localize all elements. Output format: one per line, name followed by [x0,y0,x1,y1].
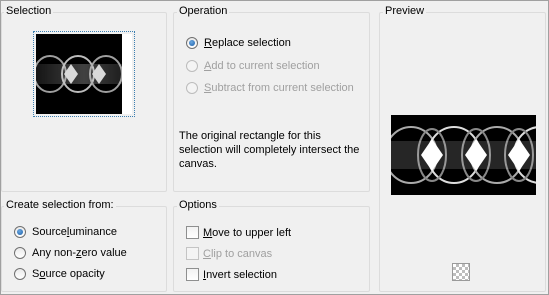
checkbox-indicator [186,247,199,260]
any-non-zero-label: Any non-z ero value [32,247,127,259]
add-to-selection-label: Add to current selection [204,60,320,72]
options-group-title: Options [177,199,219,211]
radio-indicator [186,82,198,94]
subtract-selection-label: Subtract from current selection [204,82,354,94]
create-from-group-title: Create selection from: [4,199,116,211]
add-to-selection-radio[interactable]: Add to current selection [186,60,320,72]
replace-selection-radio[interactable]: Replace selection [186,37,291,49]
source-luminance-radio[interactable]: Source l uminance [14,226,117,238]
operation-group-title: Operation [177,5,230,17]
source-opacity-label: So urce opacity [32,268,105,280]
source-opacity-radio[interactable]: So urce opacity [14,268,105,280]
move-to-upper-left-checkbox[interactable]: Move to upper left [186,226,291,239]
preview-pattern [391,115,536,195]
invert-selection-label: Invert selection [203,268,277,281]
radio-indicator [186,37,198,49]
selection-group-title: Selection [4,5,54,17]
move-to-upper-left-label: Move to upper left [203,226,292,239]
checkbox-indicator [186,226,199,239]
radio-indicator [14,226,26,238]
source-luminance-label: Source l uminance [32,226,118,238]
transparency-checkerboard-icon[interactable] [452,263,470,281]
preview-image [391,115,536,195]
checkbox-indicator [186,268,199,281]
dialog-window: Selection Operation R eplace selection A… [0,0,549,295]
replace-selection-label: Replace selection [204,37,291,49]
any-non-zero-radio[interactable]: Any non-z ero value [14,247,127,259]
invert-selection-checkbox[interactable]: Invert selection [186,268,277,281]
selection-thumbnail[interactable] [33,31,135,117]
radio-indicator [186,60,198,72]
clip-to-canvas-label: Clip to canvas [203,247,273,260]
radio-indicator [14,247,26,259]
preview-group-title: Preview [383,5,427,17]
radio-indicator [14,268,26,280]
clip-to-canvas-checkbox[interactable]: Clip to canvas [186,247,272,260]
subtract-selection-radio[interactable]: Subtract from current selection [186,82,354,94]
operation-note: The original rectangle for this selectio… [179,130,360,170]
selection-thumbnail-image [36,34,132,114]
